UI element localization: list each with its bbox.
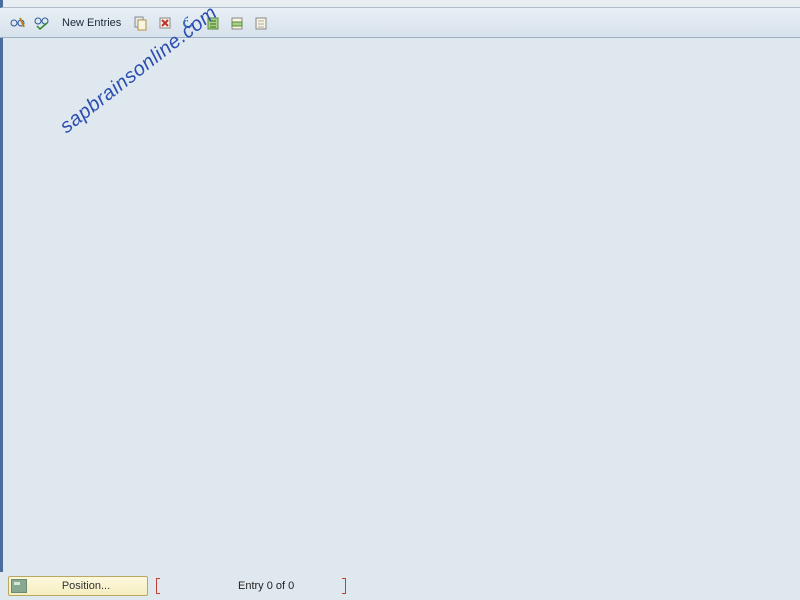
- undo-icon: [181, 15, 197, 31]
- glasses-check-icon: [34, 15, 50, 31]
- deselect-button[interactable]: [251, 13, 271, 33]
- select-block-icon: [229, 15, 245, 31]
- copy-icon: [133, 15, 149, 31]
- position-button[interactable]: Position...: [8, 576, 148, 596]
- deselect-icon: [253, 15, 269, 31]
- display-change-button[interactable]: [8, 13, 28, 33]
- position-icon: [11, 579, 27, 593]
- select-all-icon: [205, 15, 221, 31]
- check-button[interactable]: [32, 13, 52, 33]
- position-label: Position...: [33, 580, 139, 592]
- entry-status: Entry 0 of 0: [238, 580, 294, 592]
- delete-button[interactable]: [155, 13, 175, 33]
- glasses-pencil-icon: [10, 15, 26, 31]
- delete-icon: [157, 15, 173, 31]
- select-block-button[interactable]: [227, 13, 247, 33]
- undo-button[interactable]: [179, 13, 199, 33]
- new-entries-button[interactable]: New Entries: [56, 17, 127, 29]
- copy-button[interactable]: [131, 13, 151, 33]
- bracket-right-icon: [342, 578, 346, 594]
- footer-bar: Position... Entry 0 of 0: [0, 572, 800, 600]
- bracket-left-icon: [156, 578, 160, 594]
- position-input[interactable]: [168, 579, 170, 593]
- main-content-area: sapbrainsonline.com: [0, 38, 800, 572]
- title-bar: [0, 0, 800, 8]
- toolbar: New Entries: [0, 8, 800, 38]
- select-all-button[interactable]: [203, 13, 223, 33]
